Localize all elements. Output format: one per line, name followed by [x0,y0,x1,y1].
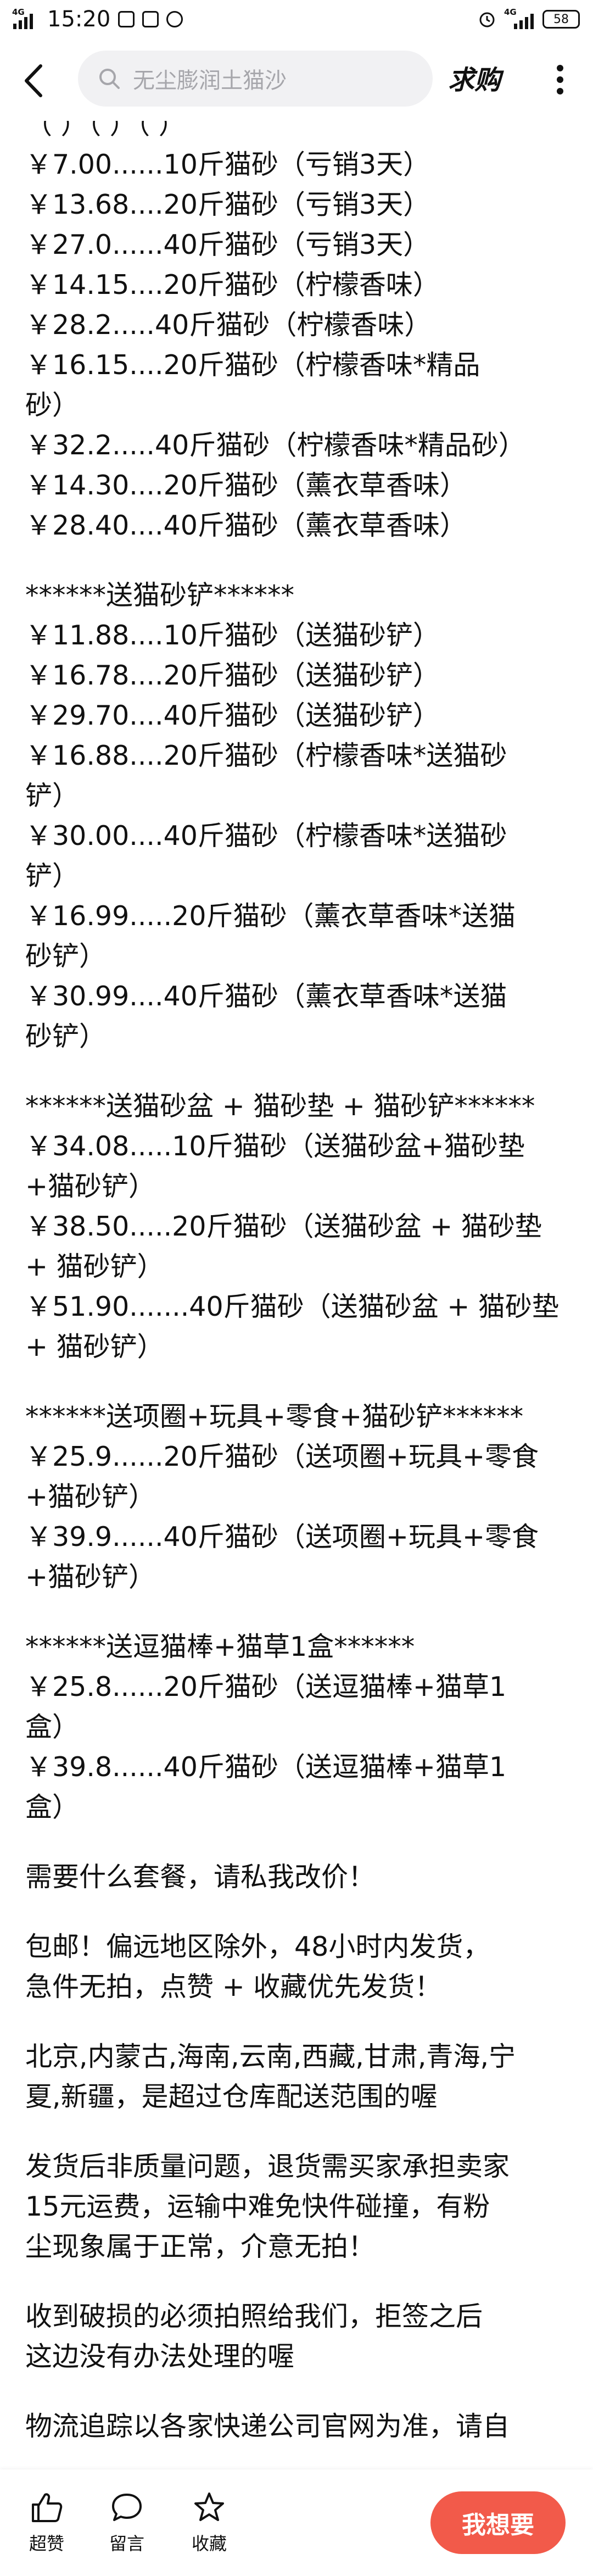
price-line: ￥28.40....40斤猫砂（薰衣草香味） [25,510,467,541]
price-line: 盒） [25,1791,80,1823]
price-block-collar: ******送项圈+玩具+零食+猫砂铲****** ￥25.9......20斤… [25,1397,580,1597]
price-line: ￥11.88....10斤猫砂（送猫砂铲） [25,620,440,651]
price-block-litterbox: ******送猫砂盆 + 猫砂垫 + 猫砂铲****** ￥34.08.....… [25,1086,580,1367]
price-line: ￥16.78....20斤猫砂（送猫砂铲） [25,660,440,691]
price-line: +猫砂铲） [25,1481,156,1512]
price-line: ￥25.9......20斤猫砂（送项圈+玩具+零食 [25,1441,539,1472]
battery-icon: 58 [542,10,580,29]
price-line: + 猫砂铲） [25,1251,164,1282]
price-line: 铲） [25,780,80,811]
listing-description: （ ）（ ）（ ） ￥7.00......10斤猫砂（亏销3天） ￥13.68.… [0,0,593,2576]
search-icon [99,69,120,89]
price-line: ￥30.99....40斤猫砂（薰衣草香味*送猫 [25,981,507,1012]
mail-app-icon [118,11,135,27]
price-line: + 猫砂铲） [25,1331,164,1362]
tracking-note-line: 物流追踪以各家快递公司官网为准，请自 [25,2411,510,2442]
return-policy-line: 15元运费，运输中难免快件碰撞，有粉 [25,2191,490,2222]
section-heading: ******送逗猫棒+猫草1盒****** [25,1631,415,1662]
comment-bubble-icon [112,2494,142,2521]
favorite-label: 收藏 [191,2533,227,2554]
region-note-line: 北京,内蒙古,海南,云南,西藏,甘肃,青海,宁 [25,2041,516,2072]
custom-package-note: 需要什么套餐，请私我改价！ [25,1861,376,1893]
price-line: ￥27.0......40斤猫砂（亏销3天） [25,229,430,260]
price-line: ￥30.00....40斤猫砂（柠檬香味*送猫砂 [25,820,507,852]
want-button[interactable]: 我想要 [430,2491,566,2554]
damage-note-line: 收到破损的必须拍照给我们，拒签之后 [25,2301,483,2332]
price-line: ￥32.2.....40斤猫砂（柠檬香味*精品砂） [25,430,525,461]
price-line: ￥16.15....20斤猫砂（柠檬香味*精品 [25,349,480,381]
chat-app-icon [166,11,183,27]
region-note-line: 夏,新疆，是超过仓库配送范围的喔 [25,2081,438,2112]
price-line: ￥29.70....40斤猫砂（送猫砂铲） [25,700,440,731]
return-policy-line: 尘现象属于正常，介意无拍！ [25,2231,376,2262]
like-button[interactable]: 超赞 [16,2491,77,2555]
price-line: 砂铲） [25,1021,107,1052]
shipping-note-line: 包邮！偏远地区除外，48小时内发货， [25,1931,490,1962]
price-block-teaser: ******送逗猫棒+猫草1盒****** ￥25.8......20斤猫砂（送… [25,1627,580,1827]
search-header: 无尘膨润土猫沙 求购 [0,38,593,121]
price-block-basic: ￥7.00......10斤猫砂（亏销3天） ￥13.68....20斤猫砂（亏… [25,144,580,546]
cellular-signal-icon: 4G [504,7,535,30]
notification-app-icon [142,11,159,27]
price-line: ￥14.15....20斤猫砂（柠檬香味） [25,269,440,301]
description-text: （ ）（ ）（ ） ￥7.00......10斤猫砂（亏销3天） ￥13.68.… [25,104,580,2446]
price-line: ￥39.9......40斤猫砂（送项圈+玩具+零食 [25,1521,539,1553]
price-line: ￥13.68....20斤猫砂（亏销3天） [25,189,430,220]
price-line: ￥34.08.....10斤猫砂（送猫砂盆+猫砂垫 [25,1131,525,1162]
price-block-scoop: ******送猫砂铲****** ￥11.88....10斤猫砂（送猫砂铲） ￥… [25,575,580,1056]
bottom-action-bar: 超赞 留言 收藏 我想要 [0,2469,593,2576]
section-heading: ******送项圈+玩具+零食+猫砂铲****** [25,1401,524,1432]
price-line: 盒） [25,1711,80,1743]
price-line: ￥16.99.....20斤猫砂（薰衣草香味*送猫 [25,900,516,932]
more-options-icon[interactable] [544,63,577,97]
price-line: +猫砂铲） [25,1171,156,1202]
thumbs-up-icon [32,2493,63,2522]
star-icon [194,2492,224,2521]
price-line: ￥39.8......40斤猫砂（送逗猫棒+猫草1 [25,1751,507,1783]
cellular-signal-icon: 4G [12,7,40,30]
price-line: 铲） [25,860,80,892]
price-line: +猫砂铲） [25,1561,156,1593]
price-line: ￥38.50.....20斤猫砂（送猫砂盆 + 猫砂垫 [25,1211,542,1242]
return-policy-line: 发货后非质量问题，退货需买家承担卖家 [25,2151,510,2182]
like-label: 超赞 [29,2533,64,2554]
comment-button[interactable]: 留言 [97,2491,157,2555]
price-line: 砂铲） [25,941,107,972]
search-input[interactable]: 无尘膨润土猫沙 [78,51,433,107]
comment-label: 留言 [109,2533,144,2554]
price-line: ￥7.00......10斤猫砂（亏销3天） [25,149,430,180]
back-arrow-icon[interactable] [19,62,52,100]
search-placeholder: 无尘膨润土猫沙 [133,68,287,93]
section-heading: ******送猫砂铲****** [25,580,295,611]
favorite-button[interactable]: 收藏 [179,2491,239,2555]
alarm-icon [479,12,495,27]
price-line: ￥16.88....20斤猫砂（柠檬香味*送猫砂 [25,740,507,771]
price-line: ￥25.8......20斤猫砂（送逗猫棒+猫草1 [25,1671,507,1703]
wanted-button[interactable]: 求购 [448,58,501,97]
battery-level: 58 [553,12,569,26]
status-time: 15:20 [47,7,111,32]
price-line: ￥28.2.....40斤猫砂（柠檬香味） [25,309,432,341]
price-line: ￥14.30....20斤猫砂（薰衣草香味） [25,470,467,501]
status-bar: 4G 15:20 4G 58 [0,0,593,38]
section-heading: ******送猫砂盆 + 猫砂垫 + 猫砂铲****** [25,1091,535,1122]
shipping-note-line: 急件无拍，点赞 + 收藏优先发货！ [25,1971,442,2002]
price-line: 砂） [25,390,80,421]
damage-note-line: 这边没有办法处理的喔 [25,2341,295,2372]
price-line: ￥51.90.......40斤猫砂（送猫砂盆 + 猫砂垫 [25,1291,559,1322]
